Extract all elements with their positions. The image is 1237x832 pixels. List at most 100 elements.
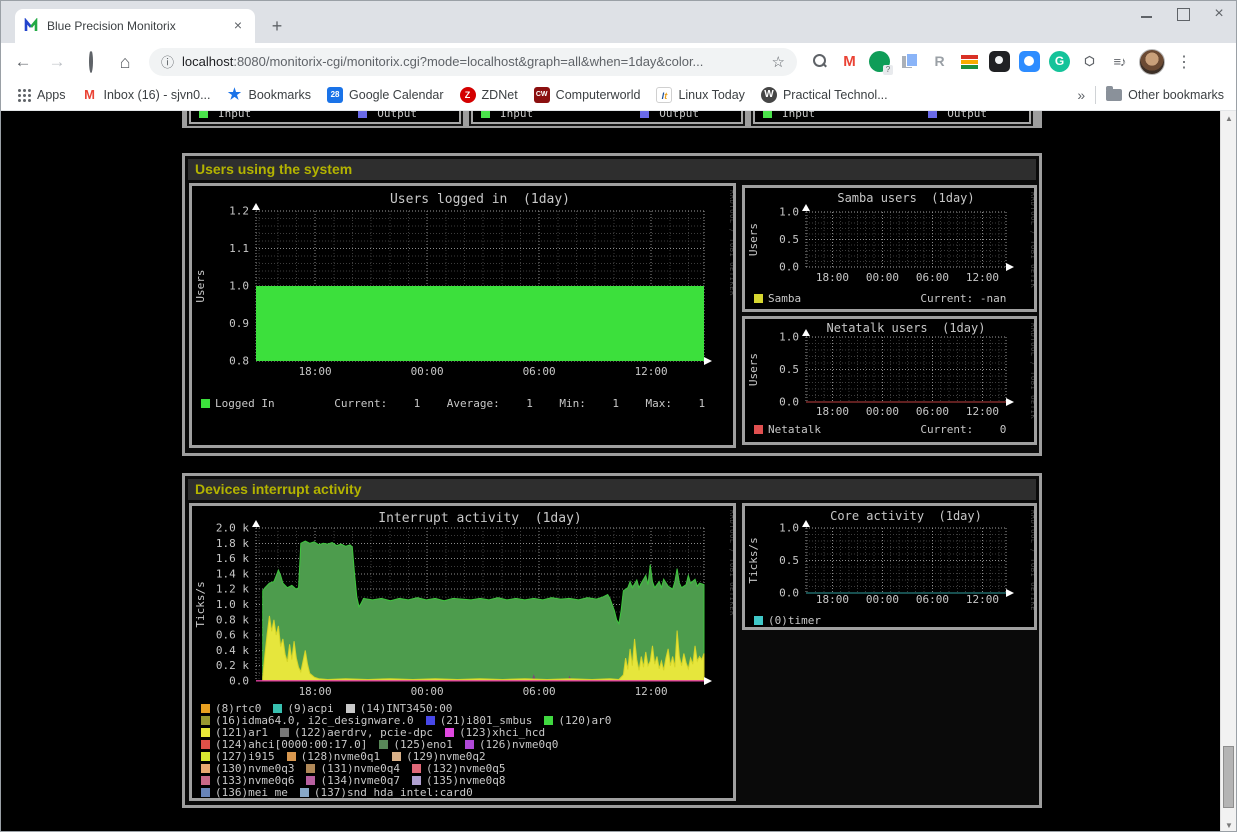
- bookmark-linux-today[interactable]: ltLinux Today: [656, 87, 745, 103]
- output-swatch: [928, 111, 937, 118]
- browser-toolbar: ← → ⌂ ⓘ localhost:8080/monitorix-cgi/mon…: [1, 43, 1236, 80]
- legend-row: (136)mei_me(137)snd_hda_intel:card0: [201, 787, 733, 799]
- bookmark-practical-technology[interactable]: WPractical Technol...: [761, 87, 888, 103]
- bookmark-google-calendar[interactable]: 28Google Calendar: [327, 87, 444, 103]
- netatalk-users-graph[interactable]: 1.00.50.018:0000:0006:0012:00Netatalk us…: [742, 316, 1037, 445]
- minimize-icon[interactable]: [1140, 7, 1154, 21]
- legend-swatch: [273, 704, 282, 713]
- svg-text:1.0: 1.0: [779, 206, 799, 219]
- section-title: Users using the system: [188, 159, 1036, 180]
- svg-text:18:00: 18:00: [299, 685, 332, 698]
- net0-graph[interactable]: InputOutput: [189, 111, 461, 124]
- apps-button[interactable]: Apps: [17, 88, 66, 102]
- page-info-icon[interactable]: ⓘ: [161, 52, 174, 71]
- input-swatch: [763, 111, 772, 118]
- copy-icon[interactable]: [899, 51, 920, 72]
- bookmark-bookmarks[interactable]: ★Bookmarks: [227, 87, 312, 103]
- legend-swatch: [201, 776, 210, 785]
- other-bookmarks-button[interactable]: Other bookmarks: [1106, 88, 1224, 102]
- calendar-icon: 28: [327, 87, 343, 103]
- page-content: InputOutput InputOutput InputOutput User…: [1, 111, 1236, 832]
- svg-text:18:00: 18:00: [299, 365, 332, 378]
- net1-graph[interactable]: InputOutput: [471, 111, 743, 124]
- menu-icon[interactable]: ⋮: [1176, 52, 1192, 72]
- interrupt-activity-graph[interactable]: 2.0 k1.8 k1.6 k1.4 k1.2 k1.0 k0.8 k0.6 k…: [189, 503, 736, 801]
- url-bar[interactable]: ⓘ localhost:8080/monitorix-cgi/monitorix…: [149, 48, 797, 76]
- back-icon[interactable]: ←: [11, 50, 35, 74]
- voice-icon[interactable]: [869, 51, 890, 72]
- svg-text:00:00: 00:00: [411, 365, 444, 378]
- grammarly-icon[interactable]: G: [1049, 51, 1070, 72]
- users-chart-canvas: 1.21.11.00.90.818:0000:0006:0012:00Users…: [192, 186, 733, 382]
- reload-icon[interactable]: [79, 50, 103, 74]
- svg-text:RRDTOOL / TOBI OETIKER: RRDTOOL / TOBI OETIKER: [728, 190, 733, 296]
- bookmark-zdnet[interactable]: ZZDNet: [460, 87, 518, 103]
- legend-swatch: [201, 788, 210, 797]
- bookmark-inbox[interactable]: MInbox (16) - sjvn0...: [82, 87, 211, 103]
- new-tab-button[interactable]: +: [265, 15, 289, 39]
- keep-icon[interactable]: [989, 51, 1010, 72]
- legend-input: Input: [481, 111, 533, 119]
- legend-swatch: [287, 752, 296, 761]
- url-text[interactable]: localhost:8080/monitorix-cgi/monitorix.c…: [182, 54, 766, 69]
- svg-text:00:00: 00:00: [411, 685, 444, 698]
- net2-graph[interactable]: InputOutput: [753, 111, 1031, 124]
- svg-text:0.2 k: 0.2 k: [216, 659, 249, 672]
- gmail-icon[interactable]: M: [839, 51, 860, 72]
- svg-text:1.2 k: 1.2 k: [216, 583, 249, 596]
- samba-users-graph[interactable]: 1.00.50.018:0000:0006:0012:00Samba users…: [742, 185, 1037, 312]
- bookmark-computerworld[interactable]: CWComputerworld: [534, 87, 641, 103]
- svg-text:12:00: 12:00: [635, 365, 668, 378]
- svg-text:1.0 k: 1.0 k: [216, 598, 249, 611]
- netatalk-chart-canvas: 1.00.50.018:0000:0006:0012:00Netatalk us…: [745, 319, 1034, 419]
- users-logged-in-graph[interactable]: 1.21.11.00.90.818:0000:0006:0012:00Users…: [189, 183, 736, 448]
- svg-text:00:00: 00:00: [866, 593, 899, 606]
- svg-text:12:00: 12:00: [966, 271, 999, 284]
- maximize-icon[interactable]: [1176, 7, 1190, 21]
- legend-swatch: [201, 764, 210, 773]
- tab-close-icon[interactable]: ×: [229, 17, 247, 35]
- puzzle-icon[interactable]: ⬡: [1079, 51, 1100, 72]
- divider: [1095, 86, 1096, 104]
- svg-text:RRDTOOL / TOBI OETIKER: RRDTOOL / TOBI OETIKER: [728, 510, 733, 616]
- bookmark-star-icon[interactable]: ☆: [772, 53, 785, 71]
- window-close-icon[interactable]: ×: [1212, 7, 1226, 21]
- samba-chart-canvas: 1.00.50.018:0000:0006:0012:00Samba users…: [745, 188, 1034, 288]
- rrdtool-watermark: RRDTOOL / TOBI OETIKER: [1029, 192, 1034, 288]
- scroll-down-icon[interactable]: ▼: [1221, 818, 1236, 832]
- legend-swatch: [201, 399, 210, 408]
- forward-icon[interactable]: →: [45, 50, 69, 74]
- input-swatch: [481, 111, 490, 118]
- section-title: Devices interrupt activity: [188, 479, 1036, 500]
- bookmarks-overflow-icon[interactable]: »: [1077, 87, 1085, 103]
- legend-swatch: [201, 752, 210, 761]
- legend-swatch: [201, 716, 210, 725]
- legend-swatch: [306, 776, 315, 785]
- search-icon[interactable]: [809, 51, 830, 72]
- meet-icon[interactable]: [1019, 51, 1040, 72]
- graph-legend: Samba Current: -nan: [745, 288, 1034, 305]
- svg-text:00:00: 00:00: [866, 405, 899, 418]
- r-icon[interactable]: R: [929, 51, 950, 72]
- core-activity-graph[interactable]: 1.00.50.018:0000:0006:0012:00Core activi…: [742, 503, 1037, 630]
- legend-input: Input: [763, 111, 815, 119]
- scroll-up-icon[interactable]: ▲: [1221, 111, 1236, 126]
- scrollbar[interactable]: ▲ ▼: [1220, 111, 1236, 832]
- svg-text:06:00: 06:00: [523, 685, 556, 698]
- scrollbar-thumb[interactable]: [1223, 746, 1234, 808]
- section-users: Users using the system 1.21.11.00.90.818…: [182, 153, 1042, 456]
- browser-tab[interactable]: Blue Precision Monitorix ×: [15, 9, 255, 43]
- home-icon[interactable]: ⌂: [113, 50, 137, 74]
- svg-text:06:00: 06:00: [916, 593, 949, 606]
- playlist-icon[interactable]: ≡♪: [1109, 51, 1130, 72]
- legend-swatch: [280, 728, 289, 737]
- avatar[interactable]: [1139, 49, 1165, 75]
- zdnet-icon: Z: [460, 87, 476, 103]
- svg-text:1.6 k: 1.6 k: [216, 552, 249, 565]
- legend-swatch: [412, 764, 421, 773]
- legend-swatch: [445, 728, 454, 737]
- svg-text:0.6 k: 0.6 k: [216, 629, 249, 642]
- legend-swatch: [201, 704, 210, 713]
- svg-text:Ticks/s: Ticks/s: [747, 537, 760, 583]
- books-icon[interactable]: [959, 51, 980, 72]
